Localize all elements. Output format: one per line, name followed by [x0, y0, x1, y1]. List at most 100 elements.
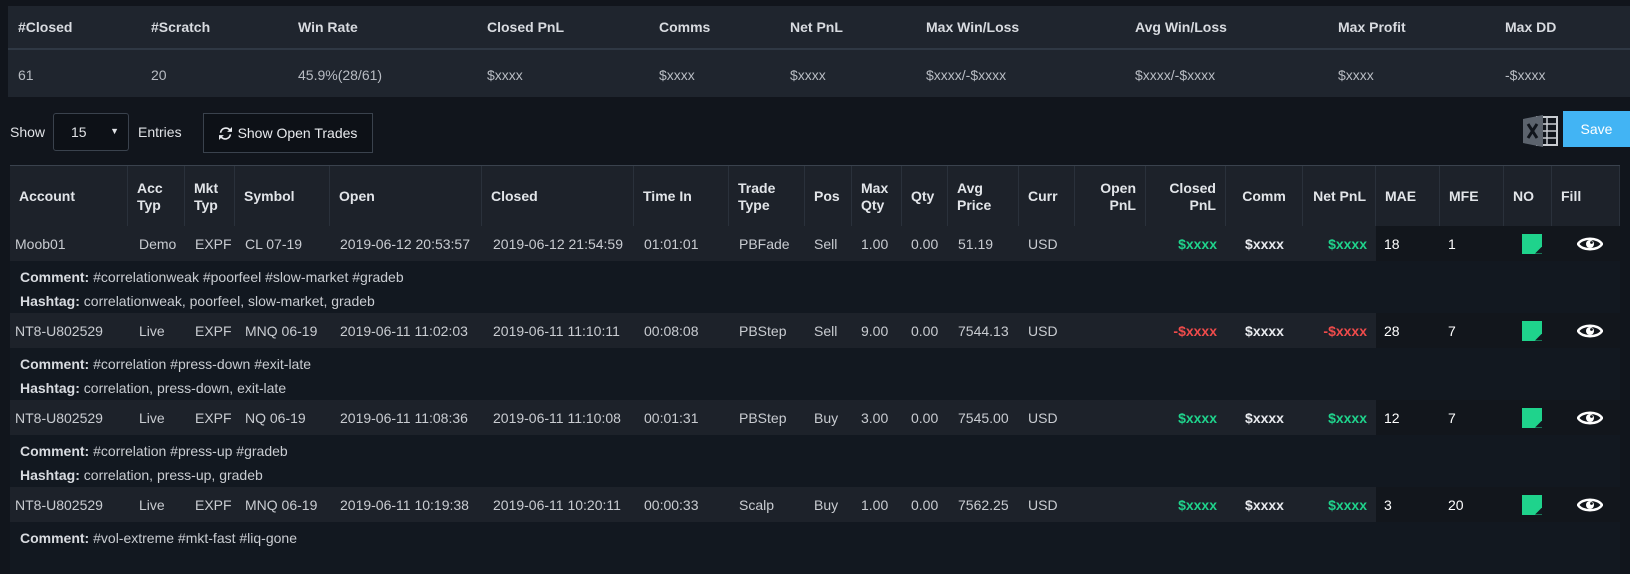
note-icon[interactable]	[1522, 407, 1542, 428]
cell-acc-typ: Live	[139, 409, 165, 426]
comment-line: Comment: #correlationweak #poorfeel #slo…	[20, 265, 1620, 289]
comment-line: Comment: #vol-extreme #mkt-fast #liq-gon…	[20, 526, 1620, 550]
trade-detail: Comment: #correlationweak #poorfeel #slo…	[10, 261, 1620, 313]
cell-mkt-typ: EXPF	[195, 235, 232, 252]
summary-value-max-win-loss: $xxxx/-$xxxx	[926, 66, 1007, 83]
col-symbol[interactable]: Symbol	[235, 166, 330, 227]
excel-icon	[1523, 115, 1558, 147]
summary-value-avg-win-loss: $xxxx/-$xxxx	[1135, 66, 1216, 83]
cell-no[interactable]	[1504, 487, 1552, 522]
refresh-icon	[218, 126, 232, 140]
eye-icon[interactable]	[1577, 409, 1603, 427]
cell-fill[interactable]	[1552, 487, 1620, 522]
col-time-in[interactable]: Time In	[634, 166, 729, 227]
col-pos[interactable]: Pos	[805, 166, 852, 227]
note-icon[interactable]	[1522, 320, 1542, 341]
show-label: Show	[10, 124, 46, 140]
comment-line: Comment: #correlation #press-up #gradeb	[20, 439, 1620, 463]
summary-header-scratch: #Scratch	[151, 19, 211, 35]
cell-acc-typ: Live	[139, 322, 165, 339]
col-comm[interactable]: Comm	[1226, 166, 1303, 227]
summary-header-net-pnl: Net PnL	[790, 19, 843, 35]
col-no[interactable]: NO	[1504, 166, 1552, 227]
cell-no[interactable]	[1504, 226, 1552, 261]
cell-max-qty: 3.00	[861, 409, 889, 426]
comment-label: Comment:	[20, 530, 90, 546]
summary-value-closed-pnl: $xxxx	[487, 66, 523, 83]
col-fill[interactable]: Fill	[1552, 166, 1620, 227]
col-mkt-typ[interactable]: Mkt Typ	[185, 166, 235, 227]
cell-comm: $xxxx	[1245, 235, 1284, 252]
save-button[interactable]: Save	[1563, 111, 1630, 147]
col-account[interactable]: Account	[10, 166, 128, 227]
col-open-pnl[interactable]: Open PnL	[1075, 166, 1146, 227]
col-open[interactable]: Open	[330, 166, 482, 227]
summary-value-net-pnl: $xxxx	[790, 66, 826, 83]
table-row[interactable]: NT8-U802529 Live EXPF NQ 06-19 2019-06-1…	[10, 400, 1620, 435]
cell-no[interactable]	[1504, 400, 1552, 435]
cell-acc-typ: Live	[139, 496, 165, 513]
cell-mkt-typ: EXPF	[195, 409, 232, 426]
summary-value-row: 61 20 45.9%(28/61) $xxxx $xxxx $xxxx $xx…	[8, 52, 1630, 97]
col-mae[interactable]: MAE	[1376, 166, 1440, 227]
cell-open-pnl	[1075, 313, 1146, 348]
hashtag-text: correlation, press-down, exit-late	[79, 380, 287, 396]
col-trade-type[interactable]: Trade Type	[729, 166, 805, 227]
eye-icon[interactable]	[1577, 235, 1603, 253]
table-row[interactable]: Moob01 Demo EXPF CL 07-19 2019-06-12 20:…	[10, 226, 1620, 261]
cell-closed: 2019-06-11 11:10:08	[493, 409, 621, 426]
cell-closed-pnl: $xxxx	[1178, 409, 1217, 426]
cell-open: 2019-06-11 11:02:03	[340, 322, 468, 339]
cell-account: Moob01	[15, 235, 66, 252]
summary-header-max-win-loss: Max Win/Loss	[926, 19, 1020, 35]
note-icon[interactable]	[1522, 233, 1542, 254]
col-max-qty[interactable]: Max Qty	[852, 166, 902, 227]
cell-fill[interactable]	[1552, 226, 1620, 261]
cell-account: NT8-U802529	[15, 322, 103, 339]
cell-mae: 12	[1376, 400, 1440, 435]
table-row[interactable]: NT8-U802529 Live EXPF MNQ 06-19 2019-06-…	[10, 487, 1620, 522]
cell-time-in: 01:01:01	[644, 235, 699, 252]
summary-value-max-profit: $xxxx	[1338, 66, 1374, 83]
cell-comm: $xxxx	[1245, 496, 1284, 513]
cell-comm: $xxxx	[1245, 409, 1284, 426]
col-avg-price[interactable]: Avg Price	[948, 166, 1019, 227]
show-open-trades-label: Show Open Trades	[237, 125, 358, 141]
hashtag-text: correlationweak, poorfeel, slow-market, …	[79, 293, 375, 309]
cell-pos: Sell	[814, 235, 838, 252]
trade-detail: Comment: #correlation #press-up #gradeb …	[10, 435, 1620, 487]
cell-fill[interactable]	[1552, 400, 1620, 435]
cell-qty: 0.00	[911, 496, 939, 513]
cell-symbol: MNQ 06-19	[245, 496, 318, 513]
cell-no[interactable]	[1504, 313, 1552, 348]
col-qty[interactable]: Qty	[902, 166, 948, 227]
entries-label: Entries	[138, 124, 182, 140]
table-row[interactable]: NT8-U802529 Live EXPF MNQ 06-19 2019-06-…	[10, 313, 1620, 348]
comment-label: Comment:	[20, 443, 90, 459]
hashtag-text: correlation, press-up, gradeb	[79, 467, 263, 483]
cell-mae: 3	[1376, 487, 1440, 522]
cell-avg-price: 7545.00	[958, 409, 1009, 426]
col-net-pnl[interactable]: Net PnL	[1303, 166, 1376, 227]
cell-curr: USD	[1028, 322, 1058, 339]
summary-value-comms: $xxxx	[659, 66, 695, 83]
excel-export-button[interactable]	[1523, 114, 1559, 148]
cell-open-pnl	[1075, 487, 1146, 522]
cell-net-pnl: -$xxxx	[1323, 322, 1367, 339]
col-curr[interactable]: Curr	[1019, 166, 1075, 227]
cell-trade-type: Scalp	[739, 496, 775, 513]
cell-mfe: 7	[1440, 313, 1504, 348]
entries-select[interactable]: 15 ▼	[53, 113, 129, 151]
col-closed[interactable]: Closed	[482, 166, 634, 227]
summary-header-row: #Closed #Scratch Win Rate Closed PnL Com…	[8, 6, 1630, 50]
eye-icon[interactable]	[1577, 322, 1603, 340]
cell-fill[interactable]	[1552, 313, 1620, 348]
show-open-trades-button[interactable]: Show Open Trades	[203, 113, 373, 153]
col-closed-pnl[interactable]: Closed PnL	[1146, 166, 1226, 227]
eye-icon[interactable]	[1577, 496, 1603, 514]
note-icon[interactable]	[1522, 494, 1542, 515]
col-mfe[interactable]: MFE	[1440, 166, 1504, 227]
cell-open-pnl	[1075, 400, 1146, 435]
comment-text: #correlation #press-down #exit-late	[89, 356, 312, 372]
col-acc-typ[interactable]: Acc Typ	[128, 166, 185, 227]
